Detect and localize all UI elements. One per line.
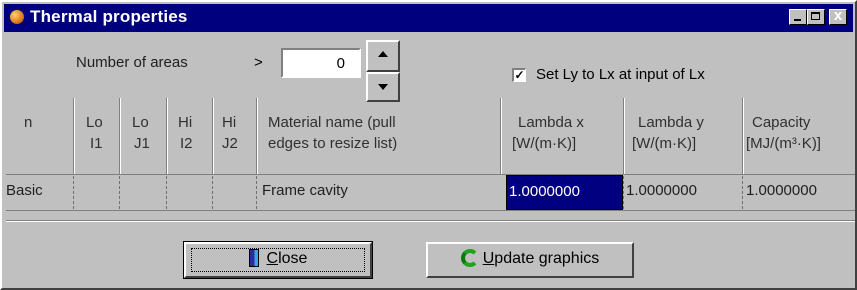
properties-grid[interactable]: n Lo I1 Lo J1 Hi I2 Hi J2 Material name … xyxy=(6,98,855,216)
cell-lambda-y[interactable]: 1.0000000 xyxy=(626,182,697,199)
arrow-down-icon xyxy=(378,84,388,90)
arrow-up-icon xyxy=(378,51,388,57)
cell-n[interactable]: Basic xyxy=(6,182,43,199)
header-n[interactable]: n xyxy=(24,112,32,133)
window-title: Thermal properties xyxy=(30,7,188,26)
header-material-name[interactable]: Material name (pull edges to resize list… xyxy=(268,112,397,154)
minimize-button[interactable] xyxy=(789,9,807,25)
close-window-button[interactable]: x xyxy=(829,7,847,25)
header-capacity[interactable]: Capacity [MJ/(m³·K)] xyxy=(746,112,821,154)
cell-capacity[interactable]: 1.0000000 xyxy=(746,182,817,199)
thermal-properties-window: Thermal properties x Number of areas > ✓… xyxy=(0,0,857,290)
header-lo-i1[interactable]: Lo I1 xyxy=(86,112,103,154)
refresh-icon xyxy=(460,249,479,267)
minimize-icon xyxy=(794,19,801,21)
set-ly-to-lx-checkbox[interactable]: ✓ xyxy=(512,68,526,82)
number-of-areas-label: Number of areas xyxy=(76,54,188,71)
header-hi-i2[interactable]: Hi I2 xyxy=(178,112,193,154)
close-button[interactable]: Close xyxy=(183,241,373,279)
cell-material-name[interactable]: Frame cavity xyxy=(262,182,348,199)
header-lambda-x[interactable]: Lambda x [W/(m·K)] xyxy=(512,112,584,154)
update-graphics-button[interactable]: Update graphics xyxy=(426,242,634,278)
header-lo-j1[interactable]: Lo J1 xyxy=(132,112,150,154)
app-icon[interactable] xyxy=(10,10,24,24)
areas-increment-button[interactable] xyxy=(366,40,400,72)
set-ly-to-lx-label[interactable]: Set Ly to Lx at input of Lx xyxy=(536,66,705,83)
cell-lambda-x-selected[interactable]: 1.0000000 xyxy=(506,175,623,210)
close-icon: x xyxy=(833,7,843,24)
title-bar[interactable]: Thermal properties x xyxy=(4,4,853,32)
maximize-button[interactable] xyxy=(807,9,825,25)
header-hi-j2[interactable]: Hi J2 xyxy=(222,112,238,154)
door-exit-icon xyxy=(248,249,259,267)
areas-arrow-label: > xyxy=(254,54,263,71)
maximize-icon xyxy=(811,12,820,20)
header-lambda-y[interactable]: Lambda y [W/(m·K)] xyxy=(632,112,704,154)
number-of-areas-input[interactable] xyxy=(281,48,361,78)
